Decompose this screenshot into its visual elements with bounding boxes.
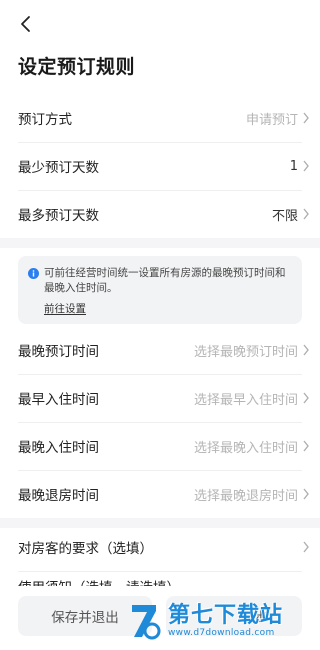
chevron-right-icon [303, 160, 309, 172]
chevron-right-icon [303, 440, 309, 452]
info-icon [28, 268, 39, 279]
row-min-days[interactable]: 最少预订天数 1 [0, 142, 320, 190]
divider [18, 571, 302, 572]
row-latest-checkout-time[interactable]: 最晚退房时间 选择最晚退房时间 [0, 470, 320, 518]
row-label: 最多预订天数 [18, 208, 99, 224]
chevron-right-icon [303, 344, 309, 356]
row-earliest-checkin-time[interactable]: 最早入住时间 选择最早入住时间 [0, 374, 320, 422]
row-booking-method[interactable]: 预订方式 申请预订 [0, 94, 320, 142]
notice-text: 可前往经营时间统一设置所有房源的最晚预订时间和最晚入住时间。 [44, 267, 286, 294]
chevron-right-icon [303, 112, 309, 124]
row-value: 1 [289, 158, 298, 174]
chevron-right-icon [303, 208, 309, 220]
watermark-logo-icon [128, 601, 162, 641]
row-label: 最少预订天数 [18, 160, 99, 176]
row-value: 选择最晚退房时间 [193, 488, 298, 504]
row-value: 不限 [271, 208, 298, 224]
row-label: 最早入住时间 [18, 392, 99, 408]
row-value: 选择最晚预订时间 [193, 344, 298, 360]
section-gap [0, 238, 320, 248]
row-label: 对房客的要求（选填） [18, 541, 153, 557]
row-latest-checkin-time[interactable]: 最晚入住时间 选择最晚入住时间 [0, 422, 320, 470]
chevron-left-icon [21, 16, 30, 32]
watermark-url: www.d7download.com [168, 628, 275, 638]
row-latest-booking-time[interactable]: 最晚预订时间 选择最晚预订时间 [0, 326, 320, 374]
row-value: 选择最晚入住时间 [193, 440, 298, 456]
go-settings-link[interactable]: 前往设置 [44, 301, 86, 316]
page-title: 设定预订规则 [18, 56, 136, 78]
watermark: 第七下载站 www.d7download.com [128, 596, 308, 646]
row-label: 预订方式 [18, 112, 72, 128]
chevron-right-icon [303, 541, 309, 553]
row-label: 最晚入住时间 [18, 440, 99, 456]
chevron-right-icon [303, 392, 309, 404]
row-max-days[interactable]: 最多预订天数 不限 [0, 190, 320, 238]
back-button[interactable] [14, 12, 38, 36]
row-value: 选择最早入住时间 [193, 392, 298, 408]
row-label: 最晚预订时间 [18, 344, 99, 360]
info-notice: 可前往经营时间统一设置所有房源的最晚预订时间和最晚入住时间。 前往设置 [18, 256, 302, 324]
row-value: 申请预订 [245, 112, 298, 128]
watermark-title: 第七下载站 [168, 603, 284, 628]
row-guest-requirements[interactable]: 对房客的要求（选填） [0, 523, 320, 571]
row-label: 最晚退房时间 [18, 488, 99, 504]
watermark-text: 第七下载站 www.d7download.com [168, 603, 284, 639]
chevron-right-icon [303, 488, 309, 500]
